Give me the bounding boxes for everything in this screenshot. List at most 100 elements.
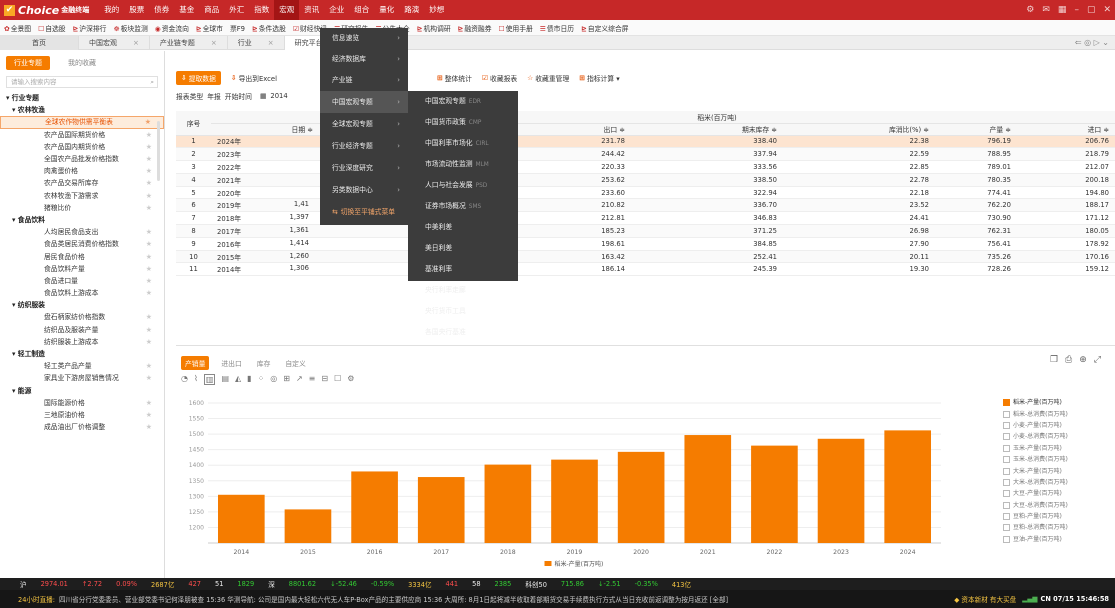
menu-6[interactable]: 指数 — [249, 0, 274, 20]
star-icon[interactable]: ★ — [146, 190, 152, 202]
bar[interactable] — [217, 494, 265, 543]
col-header[interactable]: 期末库存 ≑ — [631, 123, 783, 136]
star-icon[interactable]: ★ — [146, 165, 152, 177]
grid-icon[interactable]: ▦ — [1058, 5, 1067, 15]
tree-item[interactable]: 全球农作物供需平衡表 ★ — [0, 116, 164, 129]
table-row[interactable]: 82017年1,3611,375.95185.23371.2526.98762.… — [176, 224, 1115, 238]
menu-item[interactable]: 信息速览 › — [320, 28, 408, 49]
submenu-item[interactable]: 市场流动性监测 MLM — [408, 154, 518, 175]
checkbox[interactable] — [1003, 444, 1010, 452]
menu-0[interactable]: 我的 — [99, 0, 124, 20]
tree-item[interactable]: 全国农产品批发价格指数 ★ — [0, 153, 164, 165]
tree-item[interactable]: 家具业下游房屋销售情况 ★ — [0, 372, 164, 384]
star-icon[interactable]: ★ — [146, 311, 152, 323]
checkbox[interactable] — [1003, 399, 1010, 407]
chart-tab-1[interactable]: 进出口 — [218, 356, 244, 370]
toolbar-item-1[interactable]: ☐自选股 — [38, 23, 65, 33]
action-3[interactable]: ☑ 收藏报表 — [482, 73, 517, 83]
data-label-icon[interactable]: ☐ — [334, 374, 341, 385]
tree-item[interactable]: 居民食品价格 ★ — [0, 250, 164, 262]
tree-item[interactable]: ▾ 纺织服装 — [0, 299, 164, 311]
legend-item[interactable]: 稻米-总消费(百万吨) — [1003, 408, 1108, 419]
tree-item[interactable]: ▾ 轻工制造 — [0, 348, 164, 360]
tab-nav-icons[interactable]: ⇐ ◎ ▷ ⌄ — [1075, 36, 1109, 50]
bar[interactable] — [751, 445, 798, 543]
menu-11[interactable]: 量化 — [374, 0, 399, 20]
menu-item[interactable]: 行业深度研究 › — [320, 157, 408, 179]
star-icon[interactable]: ★ — [146, 275, 152, 287]
legend-item[interactable]: 小麦-总消费(百万吨) — [1003, 431, 1108, 442]
tree-item[interactable]: 肉禽蛋价格 ★ — [0, 165, 164, 177]
bar[interactable] — [284, 509, 332, 543]
tree-item[interactable]: 盘石柄家纺价格指数 ★ — [0, 311, 164, 323]
star-icon[interactable]: ★ — [146, 177, 152, 189]
toolbar-item-5[interactable]: ⊵全球市 — [196, 23, 223, 33]
legend-item[interactable]: 豆粕-产量(百万吨) — [1003, 511, 1108, 522]
bar[interactable] — [484, 464, 532, 543]
table-row[interactable]: 52020年1,456.02233.60322.9422.18774.41194… — [176, 186, 1115, 200]
menu-item[interactable]: 产业链 › — [320, 70, 408, 91]
bar[interactable] — [417, 477, 465, 543]
legend-item[interactable]: 大豆-总消费(百万吨) — [1003, 500, 1108, 511]
tree-item[interactable]: 纺织服装上游成本 ★ — [0, 336, 164, 348]
toolbar-item-13[interactable]: ☐使用手册 — [499, 23, 533, 33]
tab-my-favorites[interactable]: 我的收藏 — [60, 56, 104, 70]
mail-icon[interactable]: ✉ — [1042, 5, 1050, 15]
star-icon[interactable]: ★ — [146, 153, 152, 165]
table-row[interactable]: 42021年1,485.87253.62338.5022.78780.35200… — [176, 173, 1115, 187]
legend-item[interactable]: 大米-产量(百万吨) — [1003, 465, 1108, 476]
save-icon[interactable]: ⎙ — [1065, 355, 1072, 365]
stacked-bar-icon[interactable]: ▤ — [221, 374, 229, 385]
submenu-item[interactable]: 基准利率 — [408, 259, 518, 280]
tree-item[interactable]: 食品进口量 ★ — [0, 275, 164, 287]
bar[interactable] — [351, 471, 398, 543]
tree-item[interactable]: 食品饮料上游成本 ★ — [0, 287, 164, 299]
menu-12[interactable]: 路演 — [399, 0, 424, 20]
submenu-item[interactable]: 中国宏观专题 EDR — [408, 91, 518, 112]
star-icon[interactable]: ★ — [146, 129, 152, 141]
maximize-icon[interactable]: ▢ — [1087, 5, 1096, 15]
copy-icon[interactable]: ❐ — [1050, 355, 1058, 365]
table-row[interactable]: 32022年1,459.54220.33333.5622.85789.01212… — [176, 160, 1115, 174]
tree-item[interactable]: ▾ 食品饮料 — [0, 214, 164, 226]
close-icon[interactable]: × — [268, 36, 274, 50]
bar[interactable] — [684, 435, 732, 543]
tab-industry-topics[interactable]: 行业专题 — [6, 56, 50, 70]
settings-icon[interactable]: ⚙ — [1026, 5, 1034, 15]
col-header[interactable]: 日期 ≑ — [211, 123, 319, 136]
news-text[interactable]: 四川省分行党委委员、营业部党委书记何泽朋被查 15:36 华测导航: 公司是国内… — [59, 594, 948, 604]
submenu-item[interactable]: 央行货币工具 — [408, 301, 518, 322]
minimize-icon[interactable]: – — [1074, 5, 1079, 15]
toolbar-item-4[interactable]: ◉资金流向 — [155, 23, 189, 33]
tab-3[interactable]: 行业 × — [228, 35, 285, 50]
fullscreen-icon[interactable]: ⤢ — [1094, 355, 1101, 365]
toolbar-item-6[interactable]: 票F9 — [230, 23, 245, 33]
bar[interactable] — [551, 459, 598, 543]
table-row[interactable]: 72018年1,3971,420.95212.81346.8324.41730.… — [176, 211, 1115, 226]
star-icon[interactable]: ★ — [146, 360, 152, 372]
chart-tab-3[interactable]: 自定义 — [282, 356, 308, 370]
menu-10[interactable]: 组合 — [349, 0, 374, 20]
checkbox[interactable] — [1003, 433, 1010, 441]
action-2[interactable]: ⊞ 整体统计 — [437, 73, 472, 83]
legend-item[interactable]: 小麦-产量(百万吨) — [1003, 420, 1108, 431]
tree-item[interactable]: 农产品国际期货价格 ★ — [0, 129, 164, 141]
chart-tab-2[interactable]: 库存 — [254, 356, 274, 370]
checkbox[interactable] — [1003, 490, 1010, 498]
star-icon[interactable]: ★ — [146, 336, 152, 348]
bar[interactable] — [884, 430, 932, 543]
action-0[interactable]: ⇩ 提取数据 — [176, 71, 221, 85]
radar-icon[interactable]: ◎ — [270, 374, 277, 385]
hbar-icon[interactable]: ≡ — [309, 374, 316, 385]
star-icon[interactable]: ★ — [146, 409, 152, 421]
checkbox[interactable] — [1003, 410, 1010, 418]
combo-icon[interactable]: ⊟ — [321, 374, 328, 385]
pie-chart-icon[interactable]: ◔ — [181, 374, 188, 385]
tree-item[interactable]: 农产品国内期货价格 ★ — [0, 141, 164, 153]
legend-item[interactable]: 豆粕-总消费(百万吨) — [1003, 522, 1108, 533]
legend-item[interactable]: 玉米-产量(百万吨) — [1003, 443, 1108, 454]
toolbar-item-0[interactable]: ✿全景图 — [4, 23, 31, 33]
legend-item[interactable]: 稻米-产量(百万吨) — [1003, 397, 1108, 408]
col-header[interactable]: 库消比(%) ≑ — [783, 123, 935, 136]
table-row[interactable]: 22023年1,495.80244.42337.9422.59788.95218… — [176, 147, 1115, 162]
